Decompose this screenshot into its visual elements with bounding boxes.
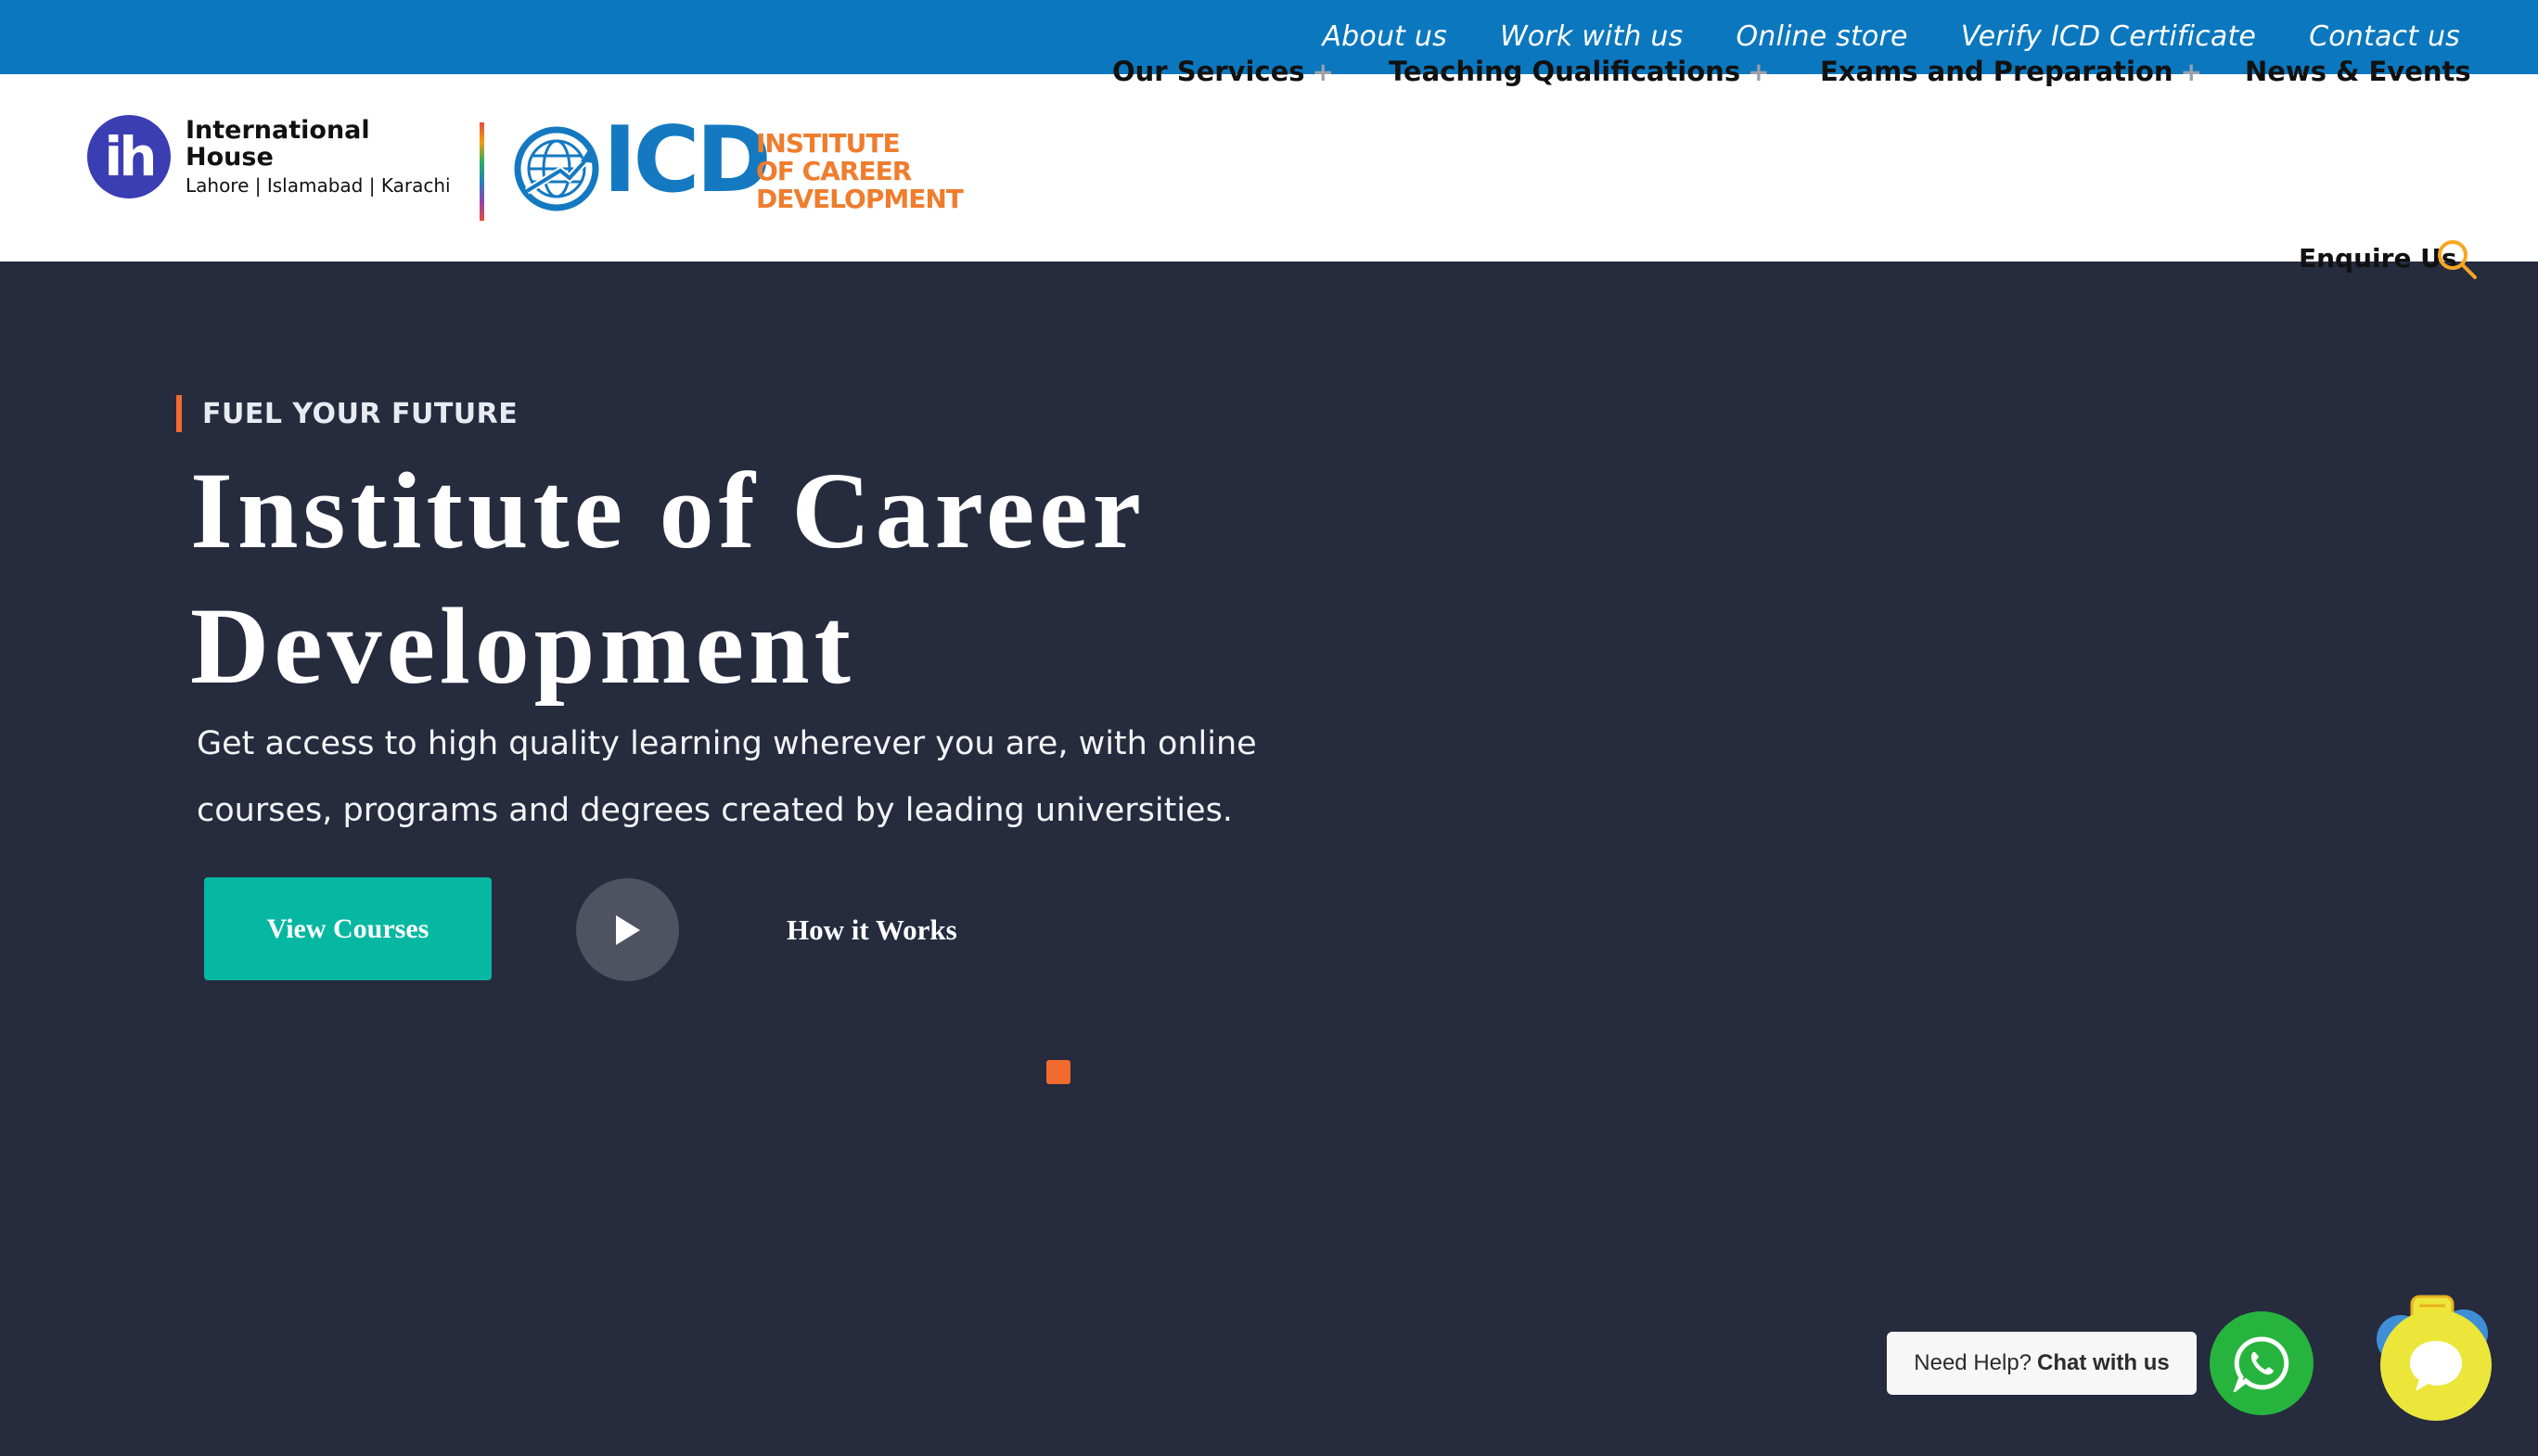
ih-logo-mark: ih (87, 115, 171, 198)
ih-cities: Lahore | Islamabad | Karachi (186, 173, 451, 197)
plus-icon: + (1748, 56, 1770, 87)
nav-teaching-label: Teaching Qualifications (1389, 56, 1741, 87)
help-prefix: Need Help? (1914, 1350, 2032, 1375)
nav-services-label: Our Services (1112, 56, 1305, 87)
plus-icon: + (2180, 56, 2202, 87)
top-link-work[interactable]: Work with us (1500, 20, 1684, 53)
ih-logo[interactable]: ih International House Lahore | Islamaba… (87, 115, 451, 198)
eyebrow-accent-bar (176, 395, 182, 432)
ih-name-line2: House (186, 142, 274, 172)
eyebrow-text: FUEL YOUR FUTURE (202, 397, 519, 430)
hero-title-line2: Development (190, 585, 855, 707)
hero-title: Institute of Career Development (190, 443, 1396, 714)
icd-logo-subtitle: INSTITUTE OF CAREER DEVELOPMENT (756, 128, 964, 214)
nav-item-services[interactable]: Our Services + (1112, 56, 1334, 87)
hero-eyebrow: FUEL YOUR FUTURE (176, 395, 518, 432)
enquire-link[interactable]: Enquire Us (2299, 243, 2457, 274)
whatsapp-icon (2233, 1336, 2289, 1392)
nav-news-label: News & Events (2245, 56, 2471, 87)
nav-item-news[interactable]: News & Events (2245, 56, 2471, 87)
play-video-button[interactable] (576, 878, 679, 981)
chat-icon (2410, 1341, 2462, 1391)
icd-logo-word: ICD (603, 108, 772, 213)
nav-exams-label: Exams and Preparation (1820, 56, 2173, 87)
icd-sub-line3: DEVELOPMENT (756, 184, 964, 214)
nav-item-teaching[interactable]: Teaching Qualifications + (1389, 56, 1770, 87)
icd-sub-line1: INSTITUTE (756, 128, 901, 159)
need-help-bubble[interactable]: Need Help? Chat with us (1887, 1332, 2197, 1395)
top-link-contact[interactable]: Contact us (2309, 20, 2460, 53)
plus-icon: + (1312, 56, 1334, 87)
hero-description: Get access to high quality learning wher… (197, 725, 1257, 829)
top-links: About us Work with us Online store Verif… (1322, 20, 2460, 53)
ih-name-line1: International (186, 116, 370, 146)
hero-title-line1: Institute of Career (190, 450, 1147, 571)
ih-logo-text: International House Lahore | Islamabad |… (186, 116, 451, 197)
top-link-store[interactable]: Online store (1736, 20, 1907, 53)
help-action: Chat with us (2037, 1350, 2170, 1375)
view-courses-button[interactable]: View Courses (204, 877, 492, 980)
icd-sub-line2: OF CAREER (756, 156, 912, 186)
play-icon (615, 914, 640, 945)
nav-item-exams[interactable]: Exams and Preparation + (1820, 56, 2202, 87)
live-chat-button[interactable] (2380, 1309, 2492, 1421)
how-it-works-link[interactable]: How it Works (787, 913, 957, 947)
search-icon[interactable] (2434, 236, 2479, 281)
top-link-about[interactable]: About us (1322, 20, 1446, 53)
top-link-verify[interactable]: Verify ICD Certificate (1961, 20, 2256, 53)
whatsapp-button[interactable] (2210, 1311, 2314, 1415)
logo-divider (480, 122, 484, 221)
slider-dot-active[interactable] (1046, 1060, 1070, 1084)
globe-icon (514, 126, 599, 211)
